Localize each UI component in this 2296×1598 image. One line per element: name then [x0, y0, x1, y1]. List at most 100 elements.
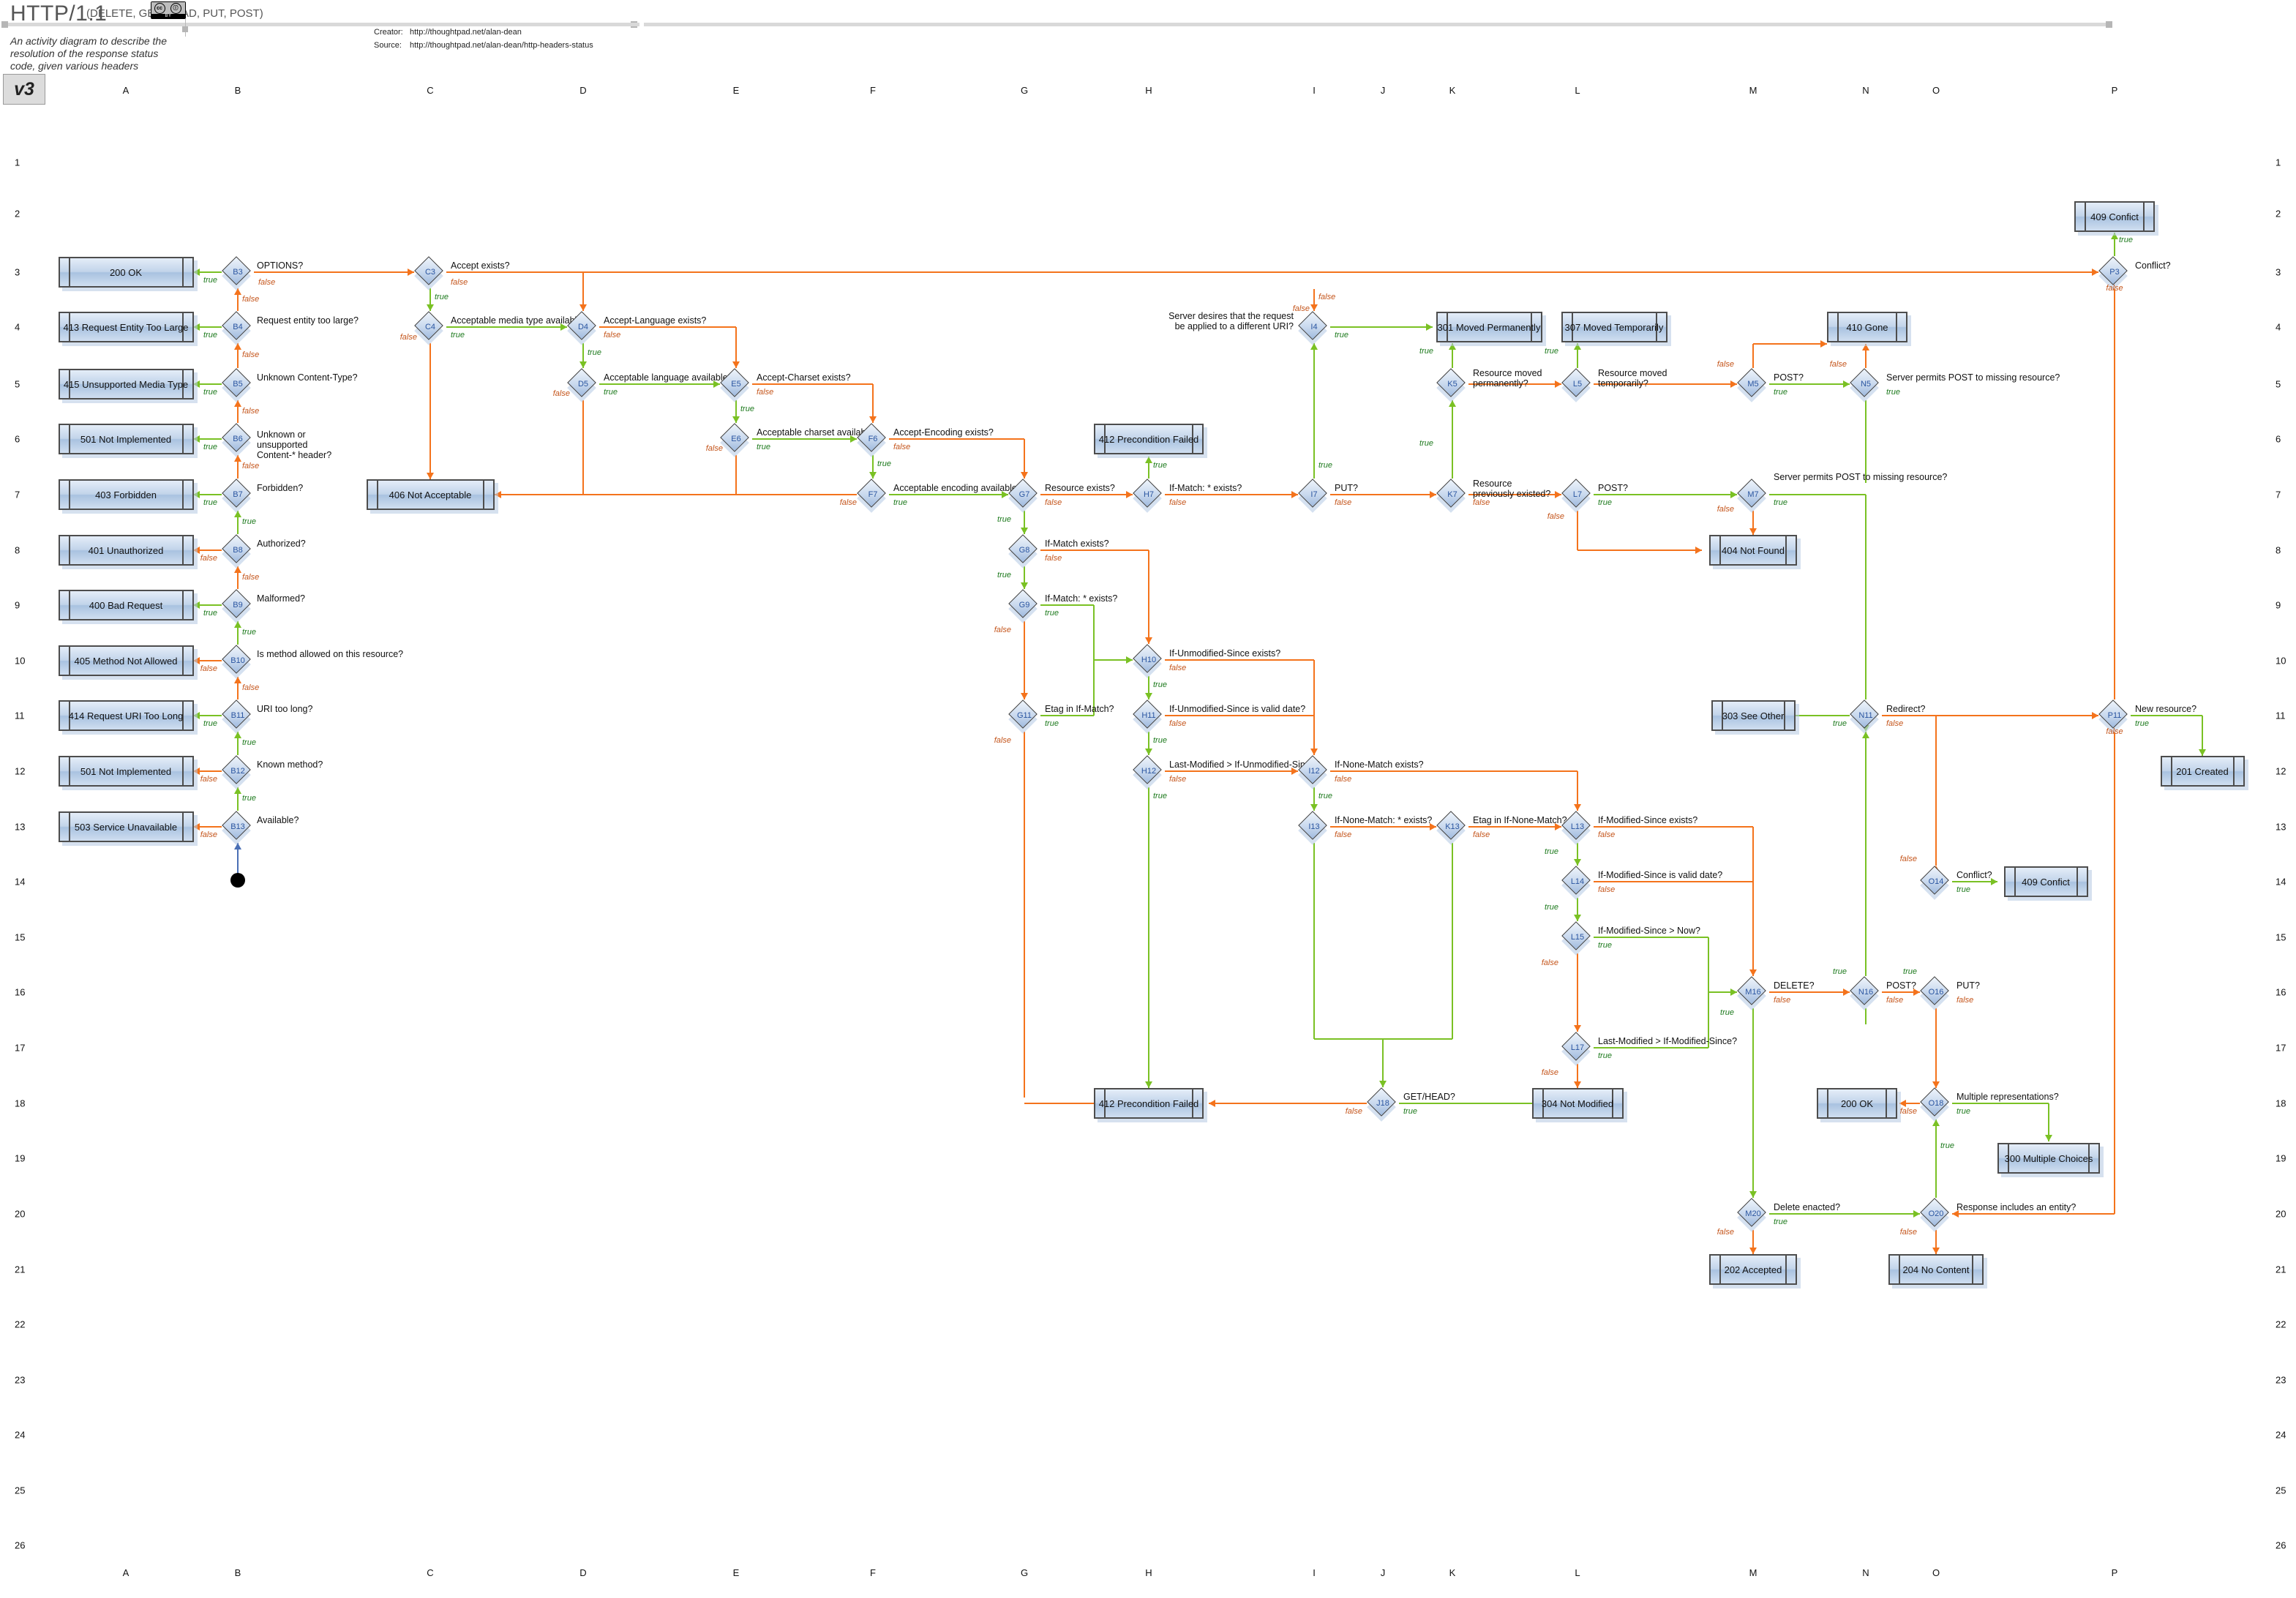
row-label-9: 9: [2276, 599, 2281, 611]
edge-segment: [1330, 770, 1577, 772]
decision-id: I7: [1310, 490, 1318, 499]
column-label-F: F: [870, 1567, 876, 1578]
diagram-canvas: HTTP/1.1 (DELETE, GET, HEAD, PUT, POST) …: [0, 0, 2296, 1598]
decision-node-I12: I12: [1298, 755, 1329, 786]
edge-segment: [1865, 495, 1867, 699]
edge-label-true: true: [242, 794, 256, 803]
creator-link[interactable]: http://thoughtpad.net/alan-dean: [410, 28, 522, 37]
source-label: Source:: [374, 41, 402, 50]
column-label-H: H: [1145, 1567, 1152, 1578]
edge-arrow: [1861, 344, 1869, 350]
edge-label-true: true: [203, 276, 217, 285]
column-label-I: I: [1313, 85, 1316, 96]
row-label-7: 7: [2276, 489, 2281, 500]
edge-segment: [582, 400, 584, 495]
edge-arrow: [193, 490, 200, 498]
edge-label-false: false: [1169, 664, 1187, 672]
response-label: 409 Confict: [2022, 876, 2070, 888]
row-label-17: 17: [15, 1042, 26, 1054]
edge-arrow: [1749, 1248, 1757, 1254]
column-label-H: H: [1145, 85, 1152, 96]
edge-segment: [1753, 343, 1827, 345]
edge-label-true: true: [1957, 885, 1970, 894]
creator-label: Creator:: [374, 28, 403, 37]
edge-segment: [1330, 826, 1436, 828]
edge-segment: [1952, 1103, 2049, 1104]
column-label-F: F: [870, 85, 876, 96]
decision-question-I4: Server desires that the request be appli…: [1168, 311, 1294, 331]
version-badge: v3: [3, 74, 45, 105]
decision-question-C4: Acceptable media type available?: [451, 315, 588, 326]
edge-label-false: false: [1169, 498, 1187, 507]
response-label: 409 Confict: [2090, 211, 2139, 222]
decision-id: M20: [1745, 1209, 1761, 1218]
decision-node-B13: B13: [222, 811, 252, 841]
edge-arrow: [193, 822, 200, 830]
decision-id: L7: [1572, 490, 1583, 499]
decision-id: B6: [233, 435, 243, 443]
decision-node-O20: O20: [1920, 1198, 1951, 1228]
edge-segment: [200, 826, 222, 828]
decision-node-B4: B4: [222, 311, 252, 342]
edge-segment: [446, 326, 567, 328]
response-node-n201: 201 Created: [2160, 756, 2245, 787]
edge-label-false: false: [1473, 830, 1490, 839]
row-label-11: 11: [2276, 710, 2286, 721]
edge-arrow: [1573, 859, 1581, 866]
decision-node-J18: J18: [1367, 1087, 1398, 1118]
edge-label-true: true: [2135, 719, 2149, 728]
edge-segment: [1040, 494, 1133, 495]
decision-id: O20: [1928, 1209, 1944, 1218]
decision-node-P11: P11: [2098, 699, 2129, 730]
edge-label-true: true: [1598, 1051, 1612, 1060]
edge-segment: [1165, 494, 1298, 495]
edge-label-false: false: [1899, 1107, 1917, 1116]
row-label-2: 2: [2276, 208, 2281, 220]
decision-node-L7: L7: [1561, 479, 1592, 509]
decision-id: B12: [230, 767, 245, 776]
column-label-O: O: [1932, 1567, 1940, 1578]
decision-question-I13: If-None-Match: * exists?: [1335, 815, 1433, 825]
edge-label-true: true: [203, 331, 217, 340]
edge-segment: [1165, 659, 1314, 661]
edge-label-false: false: [994, 736, 1011, 745]
decision-id: G8: [1018, 546, 1030, 555]
decision-question-G11: Etag in If-Match?: [1045, 704, 1114, 714]
response-label: 301 Moved Permanently: [1437, 321, 1541, 333]
edge-segment: [1313, 660, 1315, 755]
row-label-4: 4: [2276, 321, 2281, 333]
decision-question-O20: Response includes an entity?: [1957, 1202, 2076, 1212]
response-label: 404 Not Found: [1721, 544, 1785, 556]
edge-label-true: true: [435, 293, 449, 301]
edge-segment: [1935, 1119, 1937, 1198]
decision-id: N16: [1858, 988, 1874, 997]
row-label-18: 18: [2276, 1098, 2286, 1109]
edge-label-true: true: [1419, 439, 1433, 448]
edge-label-false: false: [994, 626, 1011, 634]
decision-question-B12: Known method?: [257, 759, 323, 770]
edge-arrow: [1730, 380, 1737, 388]
row-label-7: 7: [15, 489, 20, 500]
edge-arrow: [1573, 1025, 1581, 1032]
response-label: 406 Not Acceptable: [389, 489, 472, 500]
edge-label-true: true: [1957, 1107, 1970, 1116]
edge-arrow: [1749, 1191, 1757, 1198]
edge-arrow: [1899, 1099, 1906, 1107]
decision-id: J18: [1376, 1099, 1389, 1108]
decision-question-C3: Accept exists?: [451, 260, 510, 271]
column-label-E: E: [732, 1567, 740, 1578]
edge-label-true: true: [1403, 1107, 1417, 1116]
decision-question-L7: POST?: [1598, 483, 1628, 493]
edge-label-false: false: [1829, 360, 1847, 369]
edge-segment: [1452, 843, 1453, 1039]
source-link[interactable]: http://thoughtpad.net/alan-dean/http-hea…: [410, 41, 593, 50]
response-node-n404: 404 Not Found: [1709, 535, 1797, 566]
decision-node-G11: G11: [1008, 699, 1039, 730]
edge-arrow: [233, 288, 241, 295]
edge-label-false: false: [1899, 1228, 1917, 1237]
row-label-24: 24: [15, 1429, 26, 1441]
column-label-C: C: [427, 85, 434, 96]
edge-segment: [1594, 881, 1753, 882]
edge-segment: [1865, 400, 1867, 483]
edge-label-true: true: [1598, 498, 1612, 507]
